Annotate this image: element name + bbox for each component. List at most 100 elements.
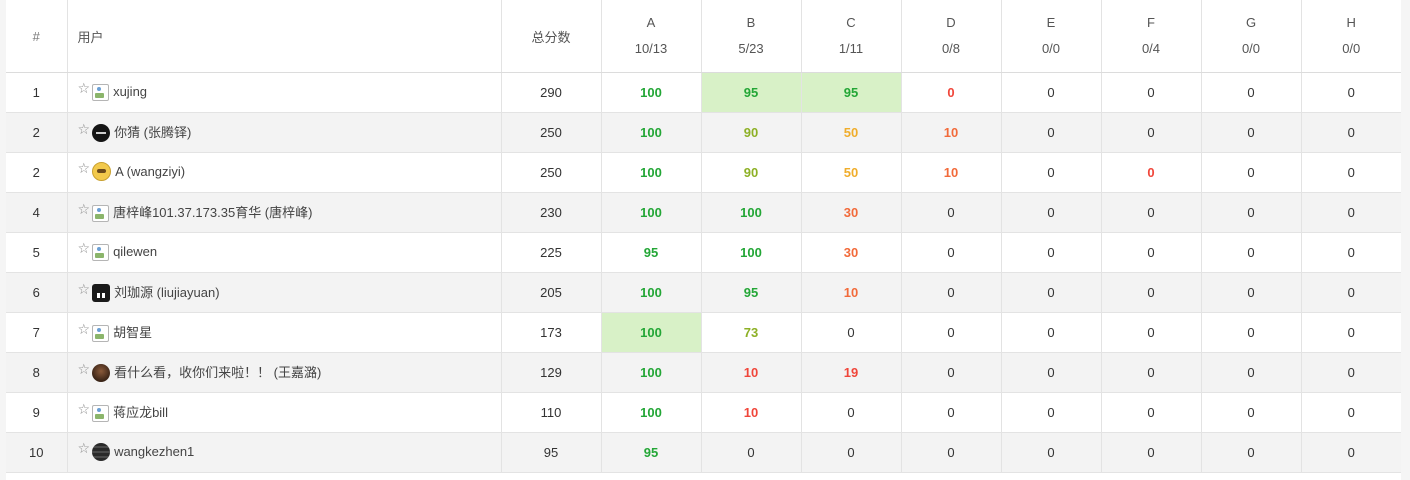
problem-score-cell[interactable]: 0	[1300, 72, 1401, 113]
problem-score-cell[interactable]: 0	[1100, 112, 1202, 153]
user-name-link[interactable]: xujing	[113, 84, 147, 99]
problem-score-cell[interactable]: 0	[900, 392, 1002, 433]
problem-score-cell[interactable]: 0	[800, 432, 902, 473]
problem-score-cell[interactable]: 0	[1200, 152, 1302, 193]
user-name-link[interactable]: qilewen	[113, 244, 157, 259]
problem-score-cell[interactable]: 0	[1200, 432, 1302, 473]
user-name-link[interactable]: 胡智星	[113, 325, 152, 340]
problem-score-cell[interactable]: 10	[700, 392, 802, 433]
problem-score-cell[interactable]: 0	[800, 312, 902, 353]
problem-score-cell[interactable]: 0	[700, 432, 802, 473]
problem-score-cell[interactable]: 0	[900, 232, 1002, 273]
problem-score-cell[interactable]: 0	[1100, 192, 1202, 233]
problem-score-cell[interactable]: 0	[1300, 112, 1401, 153]
star-icon[interactable]: ☆	[78, 440, 91, 456]
star-icon[interactable]: ☆	[78, 401, 91, 417]
problem-score-cell[interactable]: 0	[1100, 152, 1202, 193]
user-name-link[interactable]: 看什么看，收你们来啦！！ (王嘉潞)	[114, 365, 321, 380]
problem-score-cell[interactable]: 19	[800, 352, 902, 393]
problem-score-cell[interactable]: 0	[1200, 312, 1302, 353]
problem-score-cell[interactable]: 30	[800, 192, 902, 233]
problem-score-cell[interactable]: 0	[1100, 312, 1202, 353]
problem-score-cell[interactable]: 0	[1000, 232, 1102, 273]
problem-score-cell[interactable]: 0	[1200, 232, 1302, 273]
problem-score-cell[interactable]: 100	[700, 192, 802, 233]
problem-score-cell[interactable]: 50	[800, 112, 902, 153]
problem-score-cell[interactable]: 0	[1100, 432, 1202, 473]
problem-score-cell[interactable]: 0	[1300, 432, 1401, 473]
problem-score-cell[interactable]: 10	[800, 272, 902, 313]
problem-score-cell[interactable]: 10	[900, 152, 1002, 193]
problem-score-cell[interactable]: 0	[1200, 392, 1302, 433]
problem-score-cell[interactable]: 95	[600, 432, 702, 473]
user-name-link[interactable]: wangkezhen1	[114, 444, 194, 459]
total-score-header[interactable]: 总分数	[500, 0, 602, 73]
problem-score-cell[interactable]: 95	[700, 272, 802, 313]
problem-header-g[interactable]: G 0/0	[1200, 0, 1302, 73]
problem-score-cell[interactable]: 100	[600, 112, 702, 153]
star-icon[interactable]: ☆	[78, 321, 91, 337]
problem-header-h[interactable]: H 0/0	[1300, 0, 1401, 73]
problem-score-cell[interactable]: 0	[900, 352, 1002, 393]
problem-score-cell[interactable]: 0	[1300, 272, 1401, 313]
problem-score-cell[interactable]: 95	[700, 72, 802, 113]
user-name-link[interactable]: 蒋应龙bill	[113, 405, 168, 420]
problem-score-cell[interactable]: 10	[900, 112, 1002, 153]
problem-score-cell[interactable]: 0	[1300, 192, 1401, 233]
star-icon[interactable]: ☆	[78, 201, 91, 217]
problem-score-cell[interactable]: 50	[800, 152, 902, 193]
star-icon[interactable]: ☆	[78, 281, 91, 297]
problem-score-cell[interactable]: 0	[1000, 352, 1102, 393]
problem-score-cell[interactable]: 0	[1200, 72, 1302, 113]
problem-score-cell[interactable]: 100	[700, 232, 802, 273]
problem-score-cell[interactable]: 0	[1300, 392, 1401, 433]
problem-score-cell[interactable]: 30	[800, 232, 902, 273]
problem-score-cell[interactable]: 100	[600, 352, 702, 393]
problem-header-d[interactable]: D 0/8	[900, 0, 1002, 73]
problem-score-cell[interactable]: 0	[800, 392, 902, 433]
problem-score-cell[interactable]: 0	[1200, 272, 1302, 313]
problem-score-cell[interactable]: 10	[700, 352, 802, 393]
problem-score-cell[interactable]: 90	[700, 152, 802, 193]
problem-score-cell[interactable]: 0	[900, 72, 1002, 113]
problem-score-cell[interactable]: 100	[600, 312, 702, 353]
problem-score-cell[interactable]: 95	[600, 232, 702, 273]
problem-header-e[interactable]: E 0/0	[1000, 0, 1102, 73]
problem-score-cell[interactable]: 95	[800, 72, 902, 113]
problem-score-cell[interactable]: 0	[1100, 352, 1202, 393]
problem-score-cell[interactable]: 0	[900, 272, 1002, 313]
problem-score-cell[interactable]: 0	[1000, 112, 1102, 153]
problem-score-cell[interactable]: 0	[900, 192, 1002, 233]
problem-score-cell[interactable]: 0	[1000, 392, 1102, 433]
problem-score-cell[interactable]: 0	[1000, 152, 1102, 193]
problem-header-f[interactable]: F 0/4	[1100, 0, 1202, 73]
problem-score-cell[interactable]: 0	[1000, 312, 1102, 353]
problem-score-cell[interactable]: 100	[600, 72, 702, 113]
problem-score-cell[interactable]: 0	[900, 432, 1002, 473]
problem-score-cell[interactable]: 0	[1200, 192, 1302, 233]
problem-score-cell[interactable]: 0	[1300, 312, 1401, 353]
problem-score-cell[interactable]: 0	[1100, 272, 1202, 313]
problem-score-cell[interactable]: 0	[1000, 432, 1102, 473]
star-icon[interactable]: ☆	[78, 160, 91, 176]
star-icon[interactable]: ☆	[78, 121, 91, 137]
problem-score-cell[interactable]: 0	[1000, 272, 1102, 313]
problem-header-a[interactable]: A 10/13	[600, 0, 702, 73]
problem-score-cell[interactable]: 0	[1200, 112, 1302, 153]
problem-score-cell[interactable]: 73	[700, 312, 802, 353]
problem-score-cell[interactable]: 100	[600, 152, 702, 193]
star-icon[interactable]: ☆	[78, 80, 91, 96]
problem-score-cell[interactable]: 0	[900, 312, 1002, 353]
user-name-link[interactable]: 唐梓峰101.37.173.35育华 (唐梓峰)	[113, 205, 312, 220]
problem-score-cell[interactable]: 0	[1300, 152, 1401, 193]
problem-score-cell[interactable]: 90	[700, 112, 802, 153]
problem-score-cell[interactable]: 100	[600, 392, 702, 433]
star-icon[interactable]: ☆	[78, 361, 91, 377]
problem-score-cell[interactable]: 0	[1300, 232, 1401, 273]
problem-header-b[interactable]: B 5/23	[700, 0, 802, 73]
problem-score-cell[interactable]: 100	[600, 272, 702, 313]
problem-score-cell[interactable]: 0	[1100, 392, 1202, 433]
user-name-link[interactable]: 刘珈源 (liujiayuan)	[114, 285, 219, 300]
problem-score-cell[interactable]: 100	[600, 192, 702, 233]
problem-score-cell[interactable]: 0	[1300, 352, 1401, 393]
